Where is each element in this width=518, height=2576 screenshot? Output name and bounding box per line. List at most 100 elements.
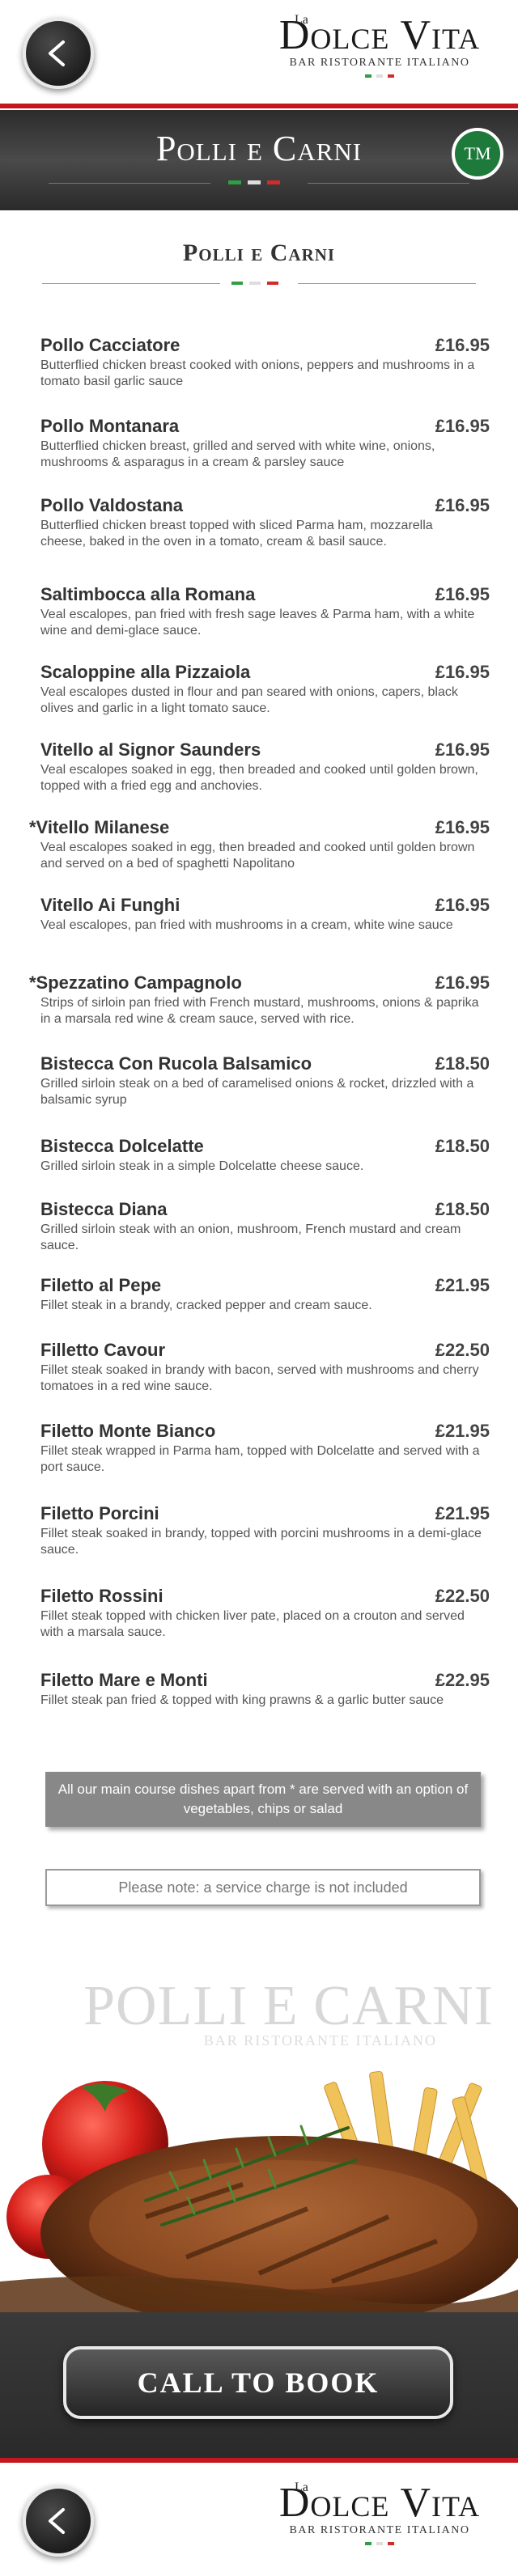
food-watermark-sub: BAR RISTORANTE ITALIANO — [203, 2032, 437, 2049]
call-to-book-button[interactable]: CALL TO BOOK — [63, 2346, 453, 2419]
dish-description: Fillet steak topped with chicken liver p… — [40, 1609, 465, 1639]
menu-item: Scaloppine alla Pizzaiola £16.95 Veal es… — [40, 662, 490, 717]
dish-description: Butterflied chicken breast cooked with o… — [40, 358, 475, 388]
menu-item: Filetto Mare e Monti £22.95 Fillet steak… — [40, 1670, 490, 1709]
main-course-note: All our main course dishes apart from * … — [45, 1772, 481, 1827]
dish-name: Bistecca Diana — [40, 1199, 168, 1219]
logo-sub: BAR RISTORANTE ITALIANO — [289, 57, 470, 69]
menu-item: Filetto Porcini £21.95 Fillet steak soak… — [40, 1503, 490, 1558]
dish-price: £22.95 — [435, 1670, 490, 1690]
footer-divider — [0, 2458, 518, 2463]
dish-description: Veal escalopes soaked in egg, then bread… — [40, 763, 478, 793]
menu-item: Pollo Valdostana £16.95 Butterflied chic… — [40, 495, 490, 550]
tm-badge[interactable]: TM — [452, 128, 503, 180]
dish-description: Grilled sirloin steak in a simple Dolcel… — [40, 1159, 364, 1173]
dish-name: Vitello Ai Funghi — [40, 895, 180, 915]
section-rule-right — [298, 283, 476, 284]
dish-name: Pollo Valdostana — [40, 495, 184, 515]
dish-description: Fillet steak soaked in brandy with bacon… — [40, 1363, 479, 1393]
dish-price: £16.95 — [435, 817, 490, 837]
menu-item: Bistecca Dolcelatte £18.50 Grilled sirlo… — [40, 1136, 490, 1175]
logo-la: La — [295, 2481, 308, 2494]
dish-description: Veal escalopes dusted in flour and pan s… — [40, 685, 458, 715]
chevron-left-icon — [49, 40, 65, 66]
dish-name: Filetto Monte Bianco — [40, 1421, 216, 1441]
dish-price: £18.50 — [435, 1053, 490, 1074]
dish-price: £22.50 — [435, 1340, 490, 1360]
dish-description: Veal escalopes, pan fried with fresh sag… — [40, 608, 475, 638]
dish-price: £16.95 — [435, 662, 490, 682]
food-watermark: POLLI E CARNI — [83, 1975, 494, 2037]
dish-description: Fillet steak soaked in brandy, topped wi… — [40, 1527, 482, 1557]
footer: La Dolce Vita BAR RISTORANTE ITALIANO — [0, 2464, 518, 2576]
cta-band: CALL TO BOOK — [0, 2312, 518, 2458]
dish-price: £16.95 — [435, 895, 490, 915]
italian-flag-icon — [262, 2542, 497, 2545]
menu-item: Bistecca Diana £18.50 Grilled sirloin st… — [40, 1199, 490, 1254]
dish-price: £21.95 — [435, 1421, 490, 1441]
back-button[interactable] — [23, 18, 94, 89]
banner-rule-left — [49, 183, 210, 184]
menu-item: Vitello Ai Funghi £16.95 Veal escalopes,… — [40, 895, 490, 934]
dish-name: Filetto Mare e Monti — [40, 1670, 208, 1690]
dish-name: Pollo Montanara — [40, 416, 180, 436]
banner-rule-right — [308, 183, 469, 184]
section-rule-left — [42, 283, 220, 284]
dish-name: Filletto Cavour — [40, 1340, 166, 1360]
dish-description: Grilled sirloin steak with an onion, mus… — [40, 1222, 461, 1252]
dish-price: £22.50 — [435, 1586, 490, 1606]
dish-price: £21.95 — [435, 1275, 490, 1295]
restaurant-logo[interactable]: La Dolce Vita BAR RISTORANTE ITALIANO — [262, 11, 497, 78]
food-image: POLLI E CARNI BAR RISTORANTE ITALIANO — [0, 1958, 518, 2314]
footer-back-button[interactable] — [23, 2485, 94, 2557]
dish-name: Pollo Cacciatore — [40, 335, 180, 355]
menu-item: Pollo Montanara £16.95 Butterflied chick… — [40, 416, 490, 471]
dish-name: *Spezzatino Campagnolo — [29, 972, 242, 993]
menu-item: Bistecca Con Rucola Balsamico £18.50 Gri… — [40, 1053, 490, 1108]
dish-price: £18.50 — [435, 1199, 490, 1219]
menu-item: *Vitello Milanese £16.95 Veal escalopes … — [29, 817, 490, 872]
menu-item: Saltimbocca alla Romana £16.95 Veal esca… — [40, 584, 490, 639]
dish-description: Strips of sirloin pan fried with French … — [40, 996, 479, 1026]
dish-name: Filetto Rossini — [40, 1586, 163, 1606]
section-heading: Polli e Carni — [182, 239, 336, 266]
banner-title: Polli e Carni — [155, 129, 363, 168]
dish-name: Saltimbocca alla Romana — [40, 584, 256, 604]
dish-price: £16.95 — [435, 335, 490, 355]
title-banner: Polli e Carni TM — [0, 110, 518, 210]
dish-description: Grilled sirloin steak on a bed of carame… — [40, 1077, 474, 1107]
dish-description: Fillet steak in a brandy, cracked pepper… — [40, 1299, 372, 1312]
dish-name: Bistecca Con Rucola Balsamico — [40, 1053, 312, 1074]
banner-flag-icon — [228, 180, 280, 184]
menu-item: Filletto Cavour £22.50 Fillet steak soak… — [40, 1340, 490, 1395]
logo-la: La — [295, 13, 308, 27]
dish-price: £21.95 — [435, 1503, 490, 1523]
dish-name: Filetto al Pepe — [40, 1275, 162, 1295]
dish-price: £16.95 — [435, 972, 490, 993]
dish-price: £16.95 — [435, 416, 490, 436]
dish-description: Fillet steak wrapped in Parma ham, toppe… — [40, 1444, 480, 1474]
dish-description: Veal escalopes soaked in egg, then bread… — [40, 841, 475, 871]
footer-restaurant-logo[interactable]: La Dolce Vita BAR RISTORANTE ITALIANO — [262, 2479, 497, 2545]
italian-flag-icon — [262, 74, 497, 78]
dish-price: £16.95 — [435, 739, 490, 760]
menu-item: *Spezzatino Campagnolo £16.95 Strips of … — [29, 972, 490, 1027]
dish-price: £16.95 — [435, 495, 490, 515]
menu-item: Vitello al Signor Saunders £16.95 Veal e… — [40, 739, 490, 794]
menu-item: Pollo Cacciatore £16.95 Butterflied chic… — [40, 335, 490, 390]
service-charge-note: Please note: a service charge is not inc… — [45, 1869, 481, 1906]
menu-item: Filetto Rossini £22.50 Fillet steak topp… — [40, 1586, 490, 1641]
dish-name: Bistecca Dolcelatte — [40, 1136, 204, 1156]
dish-name: *Vitello Milanese — [29, 817, 170, 837]
menu-item: Filetto al Pepe £21.95 Fillet steak in a… — [40, 1275, 490, 1314]
dish-name: Filetto Porcini — [40, 1503, 159, 1523]
dish-price: £16.95 — [435, 584, 490, 604]
dish-description: Fillet steak pan fried & topped with kin… — [40, 1693, 444, 1707]
dish-price: £18.50 — [435, 1136, 490, 1156]
section-flag-icon — [231, 282, 278, 285]
dish-description: Butterflied chicken breast topped with s… — [40, 519, 433, 549]
top-header: La Dolce Vita BAR RISTORANTE ITALIANO — [0, 0, 518, 104]
dish-description: Veal escalopes, pan fried with mushrooms… — [40, 918, 453, 932]
dish-name: Scaloppine alla Pizzaiola — [40, 662, 251, 682]
chevron-left-icon — [49, 2508, 65, 2534]
